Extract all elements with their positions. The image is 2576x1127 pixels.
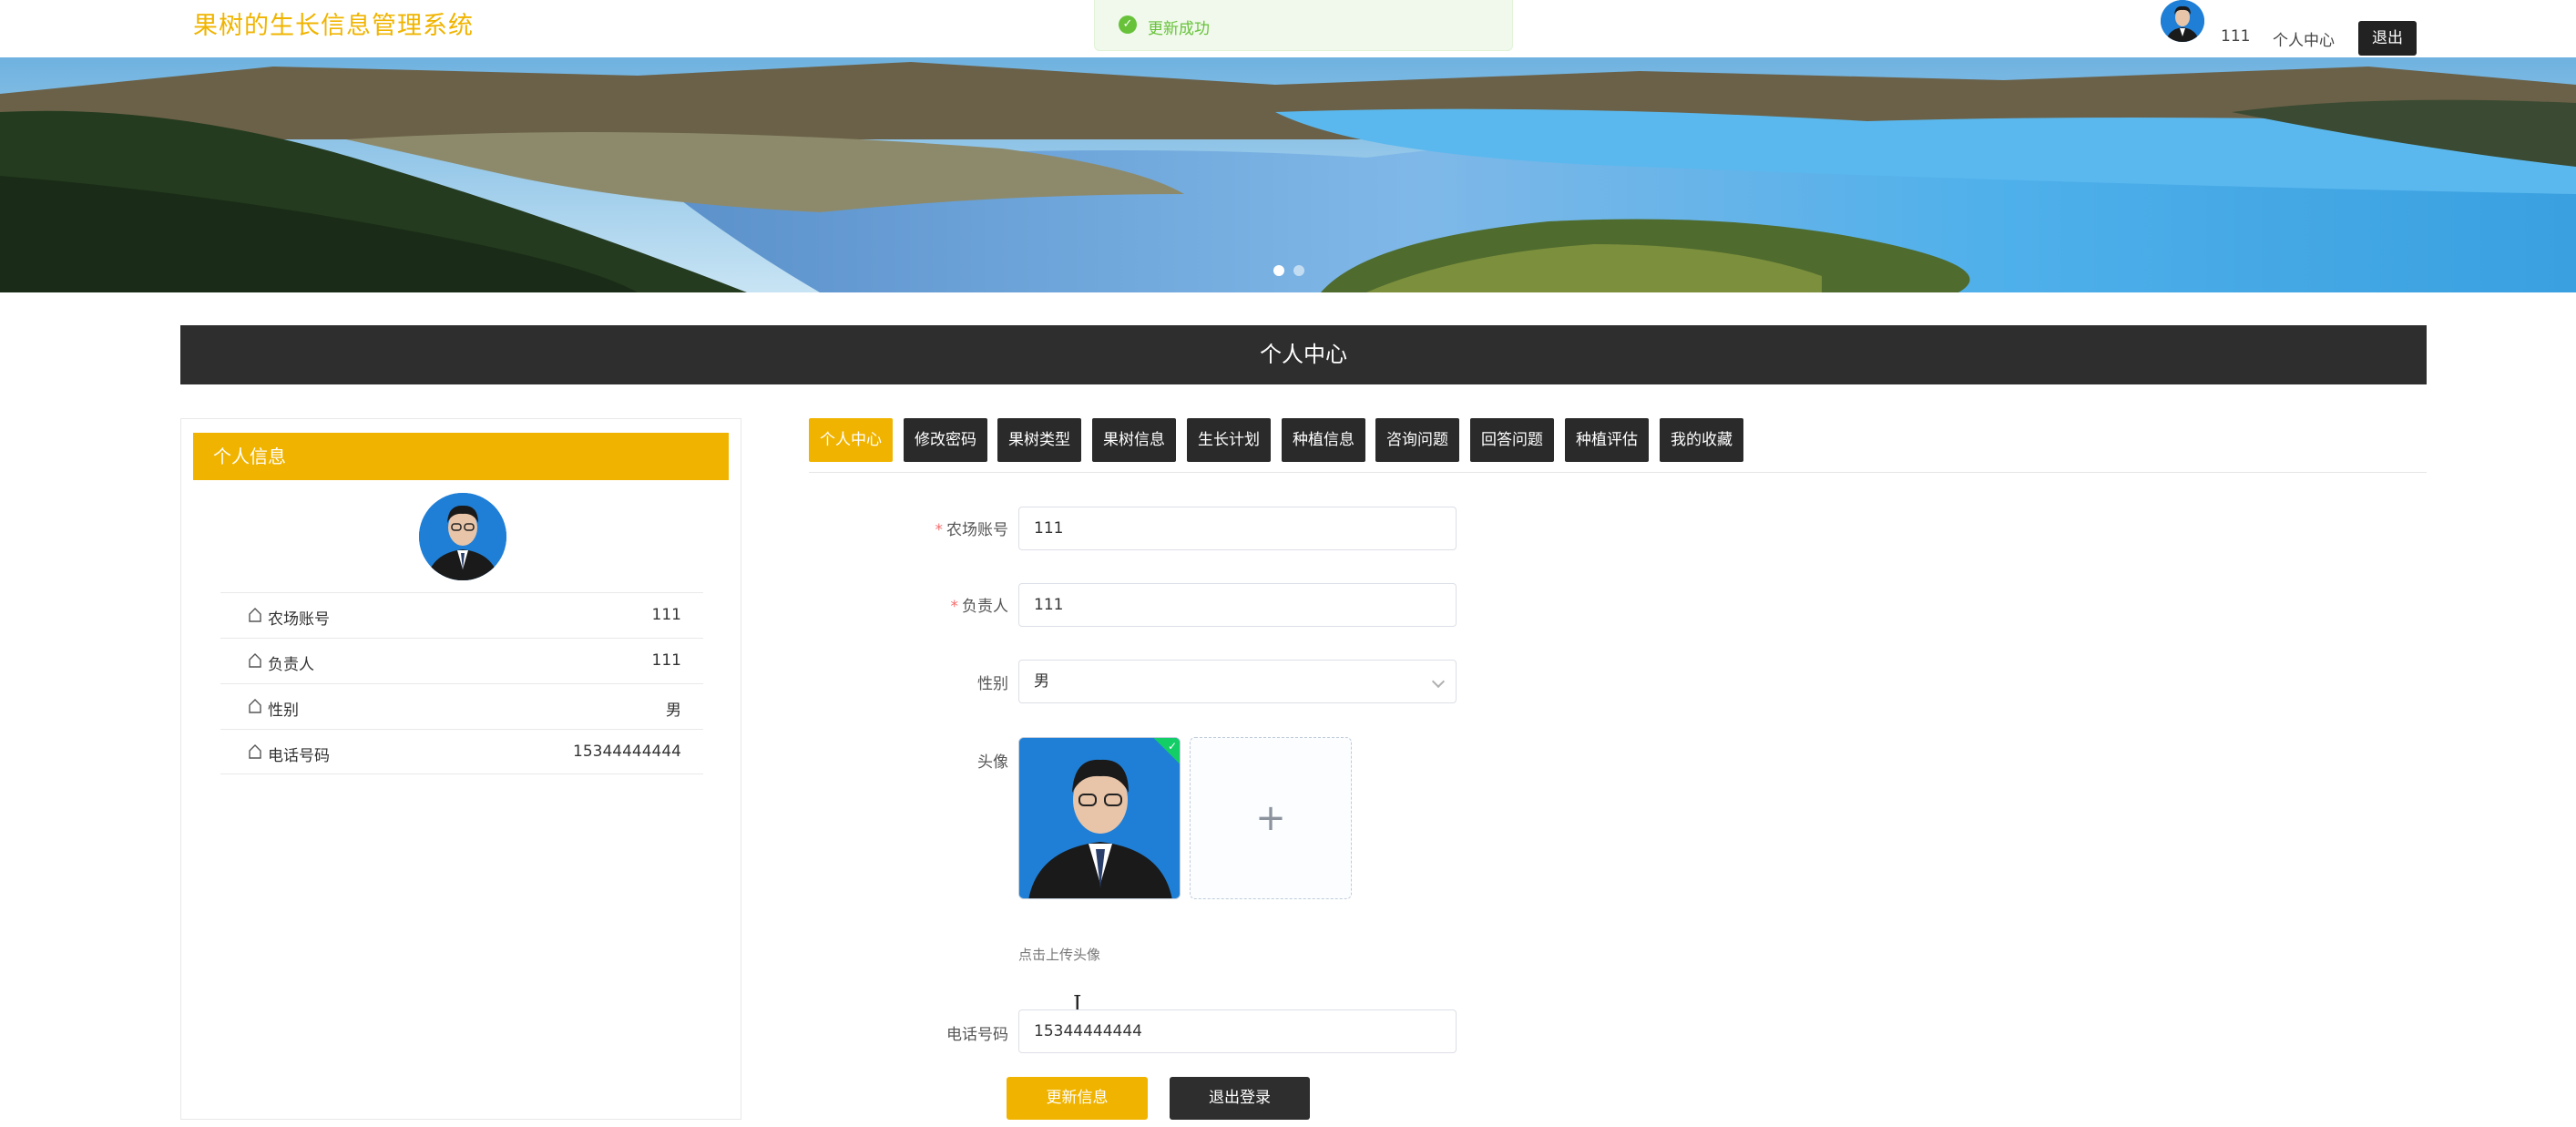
info-row-gender: 性别 男: [220, 683, 703, 729]
update-info-button[interactable]: 更新信息: [1007, 1077, 1148, 1120]
phone-label: 电话号码: [946, 1026, 1008, 1044]
tab-change-password[interactable]: 修改密码: [904, 418, 987, 462]
personal-info-title: 个人信息: [193, 433, 729, 480]
banner-image: [0, 57, 2576, 292]
logout-account-button[interactable]: 退出登录: [1170, 1077, 1310, 1120]
personal-info-list: 农场账号 111 负责人 111 性别 男 电话号码 15344444444: [220, 592, 703, 774]
home-icon: [249, 699, 261, 713]
manager-field[interactable]: 111: [1018, 583, 1457, 627]
carousel-dot-active[interactable]: [1273, 265, 1284, 276]
personal-info-card: 个人信息 农场账号 111 负责人 111 性别 男 电话号码 15344444…: [180, 418, 741, 1120]
home-icon: [249, 744, 261, 759]
info-value: 男: [666, 702, 681, 720]
toast-message: 更新成功: [1148, 20, 1210, 38]
phone-field[interactable]: 15344444444: [1018, 1009, 1457, 1053]
gender-label: 性别: [977, 675, 1008, 693]
logout-button[interactable]: 退出: [2358, 21, 2417, 56]
banner-carousel[interactable]: [0, 57, 2576, 292]
info-row-phone: 电话号码 15344444444: [220, 729, 703, 774]
manager-label: * 负责人: [950, 598, 1009, 616]
info-value: 15344444444: [573, 743, 681, 761]
tab-fruit-tree-type[interactable]: 果树类型: [997, 418, 1081, 462]
user-avatar[interactable]: [2161, 0, 2204, 42]
info-row-account: 农场账号 111: [220, 592, 703, 638]
info-value: 111: [651, 651, 681, 670]
info-label: 农场账号: [268, 610, 330, 629]
info-label: 电话号码: [268, 747, 330, 765]
tab-growth-plan[interactable]: 生长计划: [1187, 418, 1271, 462]
tab-answer-question[interactable]: 回答问题: [1470, 418, 1554, 462]
tabs-divider: [809, 472, 2427, 473]
plus-icon: +: [1255, 797, 1286, 839]
tab-my-favorites[interactable]: 我的收藏: [1660, 418, 1743, 462]
account-label: * 农场账号: [935, 521, 1009, 539]
info-row-manager: 负责人 111: [220, 638, 703, 683]
avatar-preview[interactable]: ✓: [1018, 737, 1181, 899]
avatar-label: 头像: [977, 753, 1008, 772]
account-field[interactable]: 111: [1018, 507, 1457, 550]
gender-select[interactable]: 男: [1018, 660, 1457, 703]
home-icon: [249, 653, 261, 668]
chevron-down-icon: [1431, 674, 1446, 689]
carousel-dot[interactable]: [1293, 265, 1304, 276]
gender-select-value: 男: [1034, 672, 1049, 691]
user-name: 111: [2221, 27, 2251, 46]
tab-planting-evaluation[interactable]: 种植评估: [1565, 418, 1649, 462]
success-toast: ✓ 更新成功: [1094, 0, 1513, 51]
tab-consult-question[interactable]: 咨询问题: [1375, 418, 1459, 462]
info-label: 性别: [268, 702, 299, 720]
tab-user-center[interactable]: 个人中心: [809, 418, 893, 462]
user-center-link[interactable]: 个人中心: [2273, 27, 2335, 50]
home-icon: [249, 608, 261, 622]
profile-avatar: [419, 493, 506, 580]
tab-planting-info[interactable]: 种植信息: [1282, 418, 1365, 462]
section-header: 个人中心: [180, 325, 2427, 384]
check-icon: ✓: [1167, 740, 1177, 753]
avatar-upload-button[interactable]: +: [1190, 737, 1352, 899]
info-label: 负责人: [268, 656, 314, 674]
site-title[interactable]: 果树的生长信息管理系统: [193, 5, 474, 41]
top-bar: 果树的生长信息管理系统 ✓ 更新成功 111 个人中心 退出: [0, 0, 2576, 56]
info-value: 111: [651, 606, 681, 624]
upload-tip: 点击上传头像: [1018, 947, 1101, 963]
check-circle-icon: ✓: [1119, 15, 1137, 34]
tab-fruit-tree-info[interactable]: 果树信息: [1092, 418, 1176, 462]
